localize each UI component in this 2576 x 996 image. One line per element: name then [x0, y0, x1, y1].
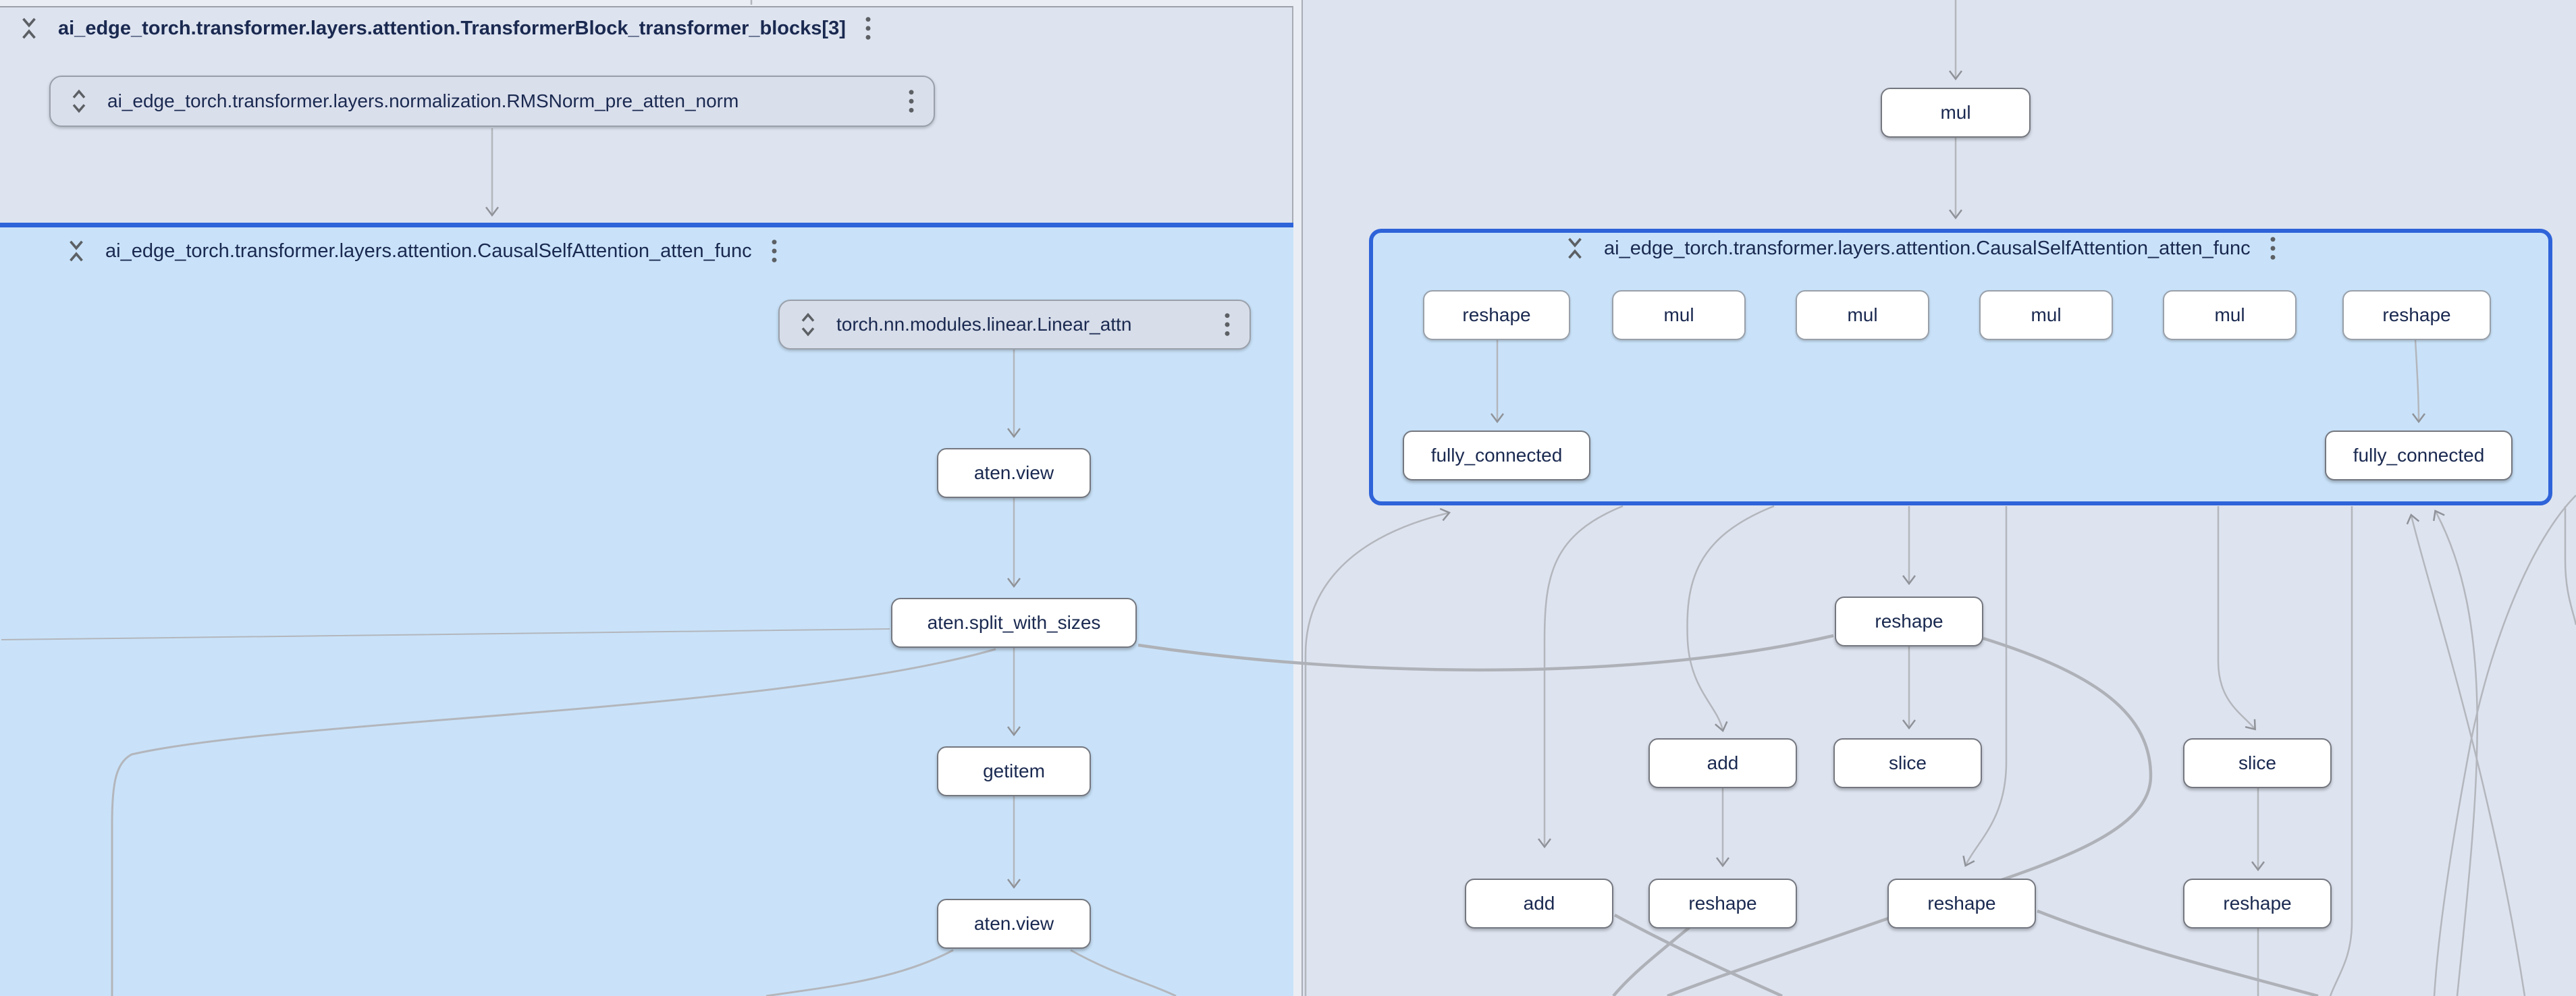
op-node-add[interactable]: add [1648, 738, 1797, 788]
expand-icon[interactable] [68, 88, 90, 115]
op-node-mul[interactable]: mul [1979, 290, 2113, 340]
attention-group-header-left[interactable]: ai_edge_torch.transformer.layers.attenti… [65, 238, 779, 265]
collapse-icon[interactable] [18, 15, 41, 42]
expand-icon[interactable] [797, 311, 819, 338]
op-node-add[interactable]: add [1465, 879, 1613, 929]
group-node-linear[interactable]: torch.nn.modules.linear.Linear_attn [778, 300, 1251, 350]
op-node-reshape[interactable]: reshape [1887, 879, 2036, 929]
op-node-reshape[interactable]: reshape [1835, 597, 1983, 646]
op-node-getitem[interactable]: getitem [937, 746, 1091, 796]
more-options-icon[interactable] [1223, 311, 1232, 338]
more-options-icon[interactable] [2268, 235, 2278, 262]
collapse-icon[interactable] [65, 238, 88, 265]
op-node-aten-view[interactable]: aten.view [937, 448, 1091, 498]
op-node-reshape[interactable]: reshape [2342, 290, 2491, 340]
group-node-label: torch.nn.modules.linear.Linear_attn [836, 314, 1131, 335]
op-node-slice[interactable]: slice [2183, 738, 2332, 788]
op-node-reshape[interactable]: reshape [1423, 290, 1570, 340]
transformer-block-header[interactable]: ai_edge_torch.transformer.layers.attenti… [18, 15, 873, 42]
op-node-split-with-sizes[interactable]: aten.split_with_sizes [891, 598, 1137, 648]
op-node-aten-view[interactable]: aten.view [937, 899, 1091, 949]
op-node-mul[interactable]: mul [1796, 290, 1929, 340]
group-node-rms-norm[interactable]: ai_edge_torch.transformer.layers.normali… [49, 76, 935, 127]
attention-group-title-left: ai_edge_torch.transformer.layers.attenti… [105, 240, 752, 262]
more-options-icon[interactable] [863, 15, 873, 42]
attention-group-title-right: ai_edge_torch.transformer.layers.attenti… [1604, 238, 2251, 260]
op-node-fully-connected[interactable]: fully_connected [2325, 431, 2513, 480]
op-node-fully-connected[interactable]: fully_connected [1403, 431, 1590, 480]
op-node-reshape[interactable]: reshape [1648, 879, 1797, 929]
group-node-label: ai_edge_torch.transformer.layers.normali… [107, 90, 739, 112]
op-node-mul[interactable]: mul [2163, 290, 2297, 340]
more-options-icon[interactable] [770, 238, 779, 265]
op-node-reshape[interactable]: reshape [2183, 879, 2332, 929]
collapse-icon[interactable] [1563, 235, 1586, 262]
attention-group-header-right[interactable]: ai_edge_torch.transformer.layers.attenti… [1563, 235, 2278, 262]
op-node-mul[interactable]: mul [1881, 88, 2031, 138]
op-node-slice[interactable]: slice [1833, 738, 1982, 788]
more-options-icon[interactable] [907, 88, 916, 115]
transformer-block-title: ai_edge_torch.transformer.layers.attenti… [58, 18, 846, 40]
graph-canvas[interactable]: ai_edge_torch.transformer.layers.attenti… [0, 0, 2576, 996]
op-node-mul[interactable]: mul [1612, 290, 1746, 340]
